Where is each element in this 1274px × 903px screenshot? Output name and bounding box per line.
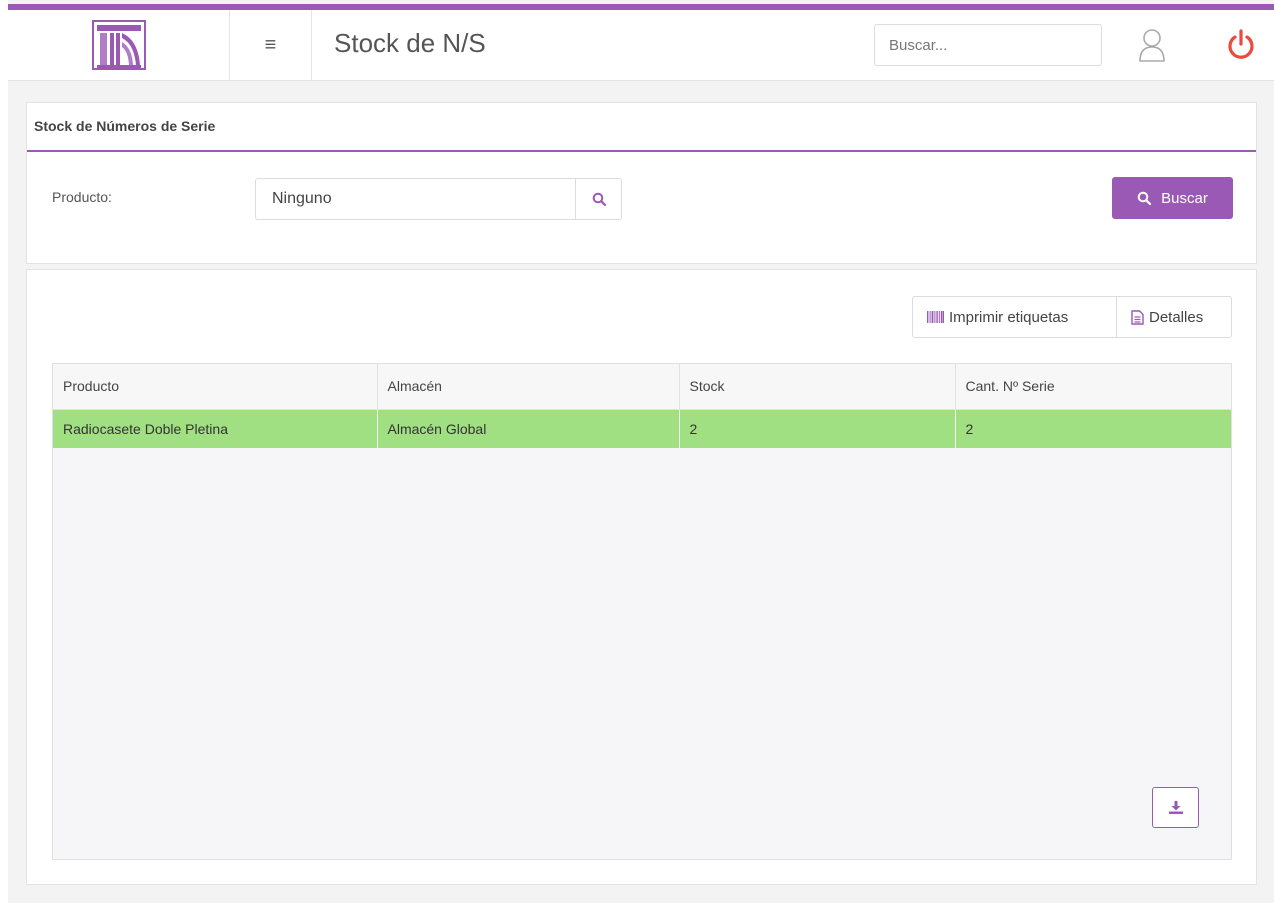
filter-panel: Stock de Números de Serie Producto: Busc…	[26, 102, 1257, 264]
table-row[interactable]: Radiocasete Doble Pletina Almacén Global…	[53, 409, 1231, 448]
stock-grid: Producto Almacén Stock Cant. Nº Serie Ra…	[52, 363, 1232, 860]
page-title: Stock de N/S	[334, 28, 486, 58]
column-header-almacen[interactable]: Almacén	[377, 364, 680, 410]
user-icon[interactable]	[1138, 27, 1166, 63]
download-icon	[1168, 801, 1183, 814]
logo[interactable]	[8, 10, 230, 80]
stock-table: Producto Almacén Stock Cant. Nº Serie Ra…	[53, 364, 1231, 448]
cell-cant-serie: 2	[955, 409, 1231, 448]
print-labels-label: Imprimir etiquetas	[949, 308, 1069, 326]
details-label: Detalles	[1149, 308, 1204, 326]
export-button[interactable]	[1152, 787, 1199, 828]
cell-almacen: Almacén Global	[377, 409, 680, 448]
global-search-input[interactable]	[874, 24, 1102, 66]
panel-title: Stock de Números de Serie	[34, 118, 216, 134]
top-header: ≡ Stock de N/S	[8, 10, 1274, 81]
action-button-group: Imprimir etiquetas Detalles	[912, 296, 1232, 338]
panel-divider	[27, 150, 1256, 152]
barcode-icon	[927, 311, 944, 323]
product-search-button[interactable]	[575, 178, 622, 220]
product-label: Producto:	[52, 189, 112, 205]
details-button[interactable]: Detalles	[1117, 296, 1232, 338]
power-icon[interactable]	[1226, 29, 1256, 61]
column-header-cant-serie[interactable]: Cant. Nº Serie	[955, 364, 1231, 410]
search-button-label: Buscar	[1161, 189, 1208, 207]
column-header-producto[interactable]: Producto	[53, 364, 378, 410]
window-edge	[0, 0, 8, 903]
table-header-row: Producto Almacén Stock Cant. Nº Serie	[53, 364, 1231, 410]
search-icon	[1137, 191, 1152, 205]
product-input[interactable]	[255, 178, 575, 220]
cell-producto: Radiocasete Doble Pletina	[53, 409, 378, 448]
search-icon	[592, 192, 606, 206]
results-panel: Imprimir etiquetas Detalles Producto Alm…	[26, 269, 1257, 885]
search-button[interactable]: Buscar	[1112, 177, 1233, 219]
menu-icon: ≡	[264, 33, 277, 56]
document-icon	[1131, 309, 1144, 325]
logo-icon	[91, 20, 146, 70]
print-labels-button[interactable]: Imprimir etiquetas	[912, 296, 1117, 338]
cell-stock: 2	[679, 409, 956, 448]
menu-toggle[interactable]: ≡	[230, 10, 312, 80]
column-header-stock[interactable]: Stock	[679, 364, 956, 410]
